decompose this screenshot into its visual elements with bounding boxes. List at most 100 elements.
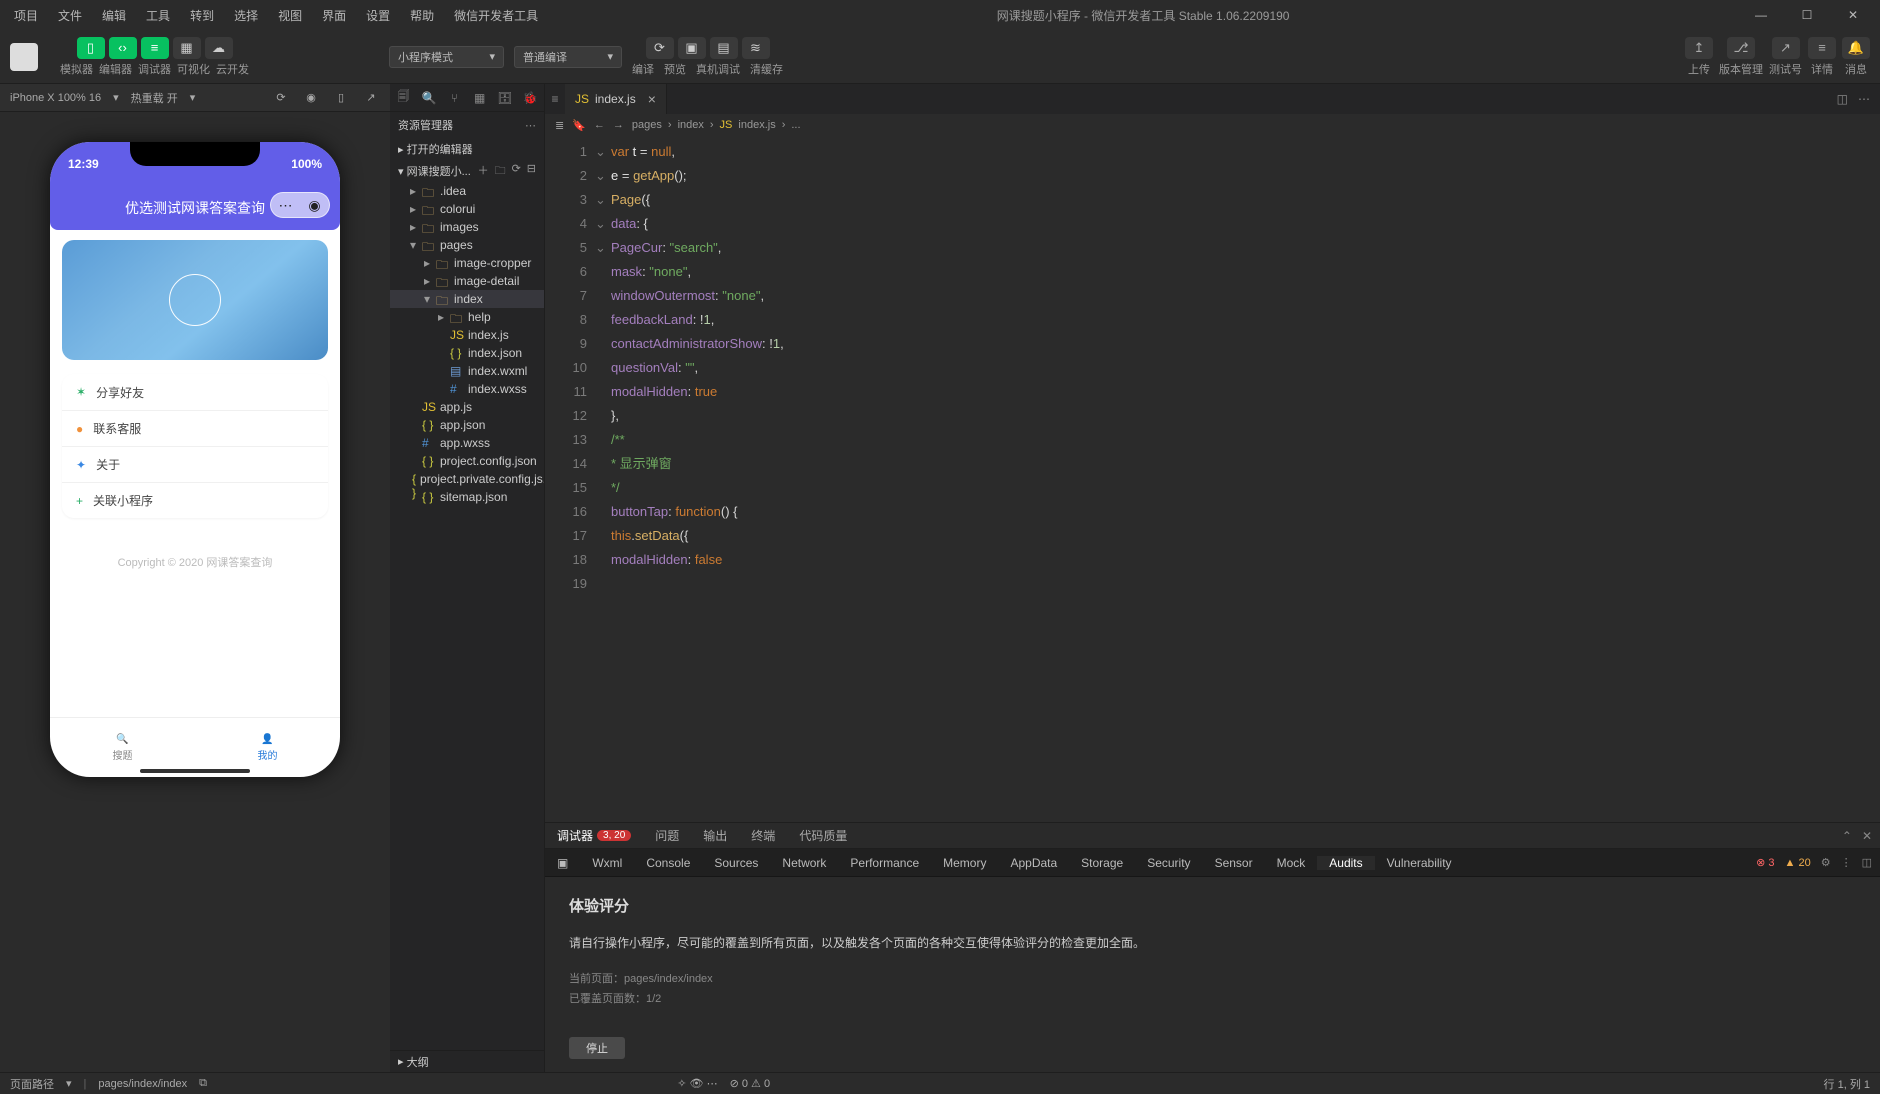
cursor-position[interactable]: 行 1, 列 1 <box>1824 1076 1870 1092</box>
git-icon[interactable]: ⑂ <box>447 90 462 106</box>
close-button[interactable]: ✕ <box>1830 0 1876 30</box>
subtab-storage[interactable]: Storage <box>1069 856 1135 870</box>
code-line[interactable]: }, <box>611 404 1880 428</box>
menu-视图[interactable]: 视图 <box>268 1 312 30</box>
tree-node[interactable]: ▸🗀help <box>390 308 544 326</box>
hotreload-toggle[interactable]: 热重载 开 <box>131 90 178 106</box>
tree-node[interactable]: { }app.json <box>390 416 544 434</box>
code-line[interactable]: mask: "none", <box>611 260 1880 284</box>
db-icon[interactable]: 🗄 <box>497 90 512 106</box>
capsule-close-icon[interactable]: ◉ <box>300 193 329 217</box>
code-line[interactable]: questionVal: "", <box>611 356 1880 380</box>
stop-button[interactable]: 停止 <box>569 1037 625 1059</box>
sim-menu-item[interactable]: ✦关于 <box>62 446 328 482</box>
more-subtab-icon[interactable]: ⋮ <box>1841 856 1852 869</box>
menu-微信开发者工具[interactable]: 微信开发者工具 <box>444 1 548 30</box>
screenshot-icon[interactable]: ▯ <box>332 89 350 107</box>
minimize-button[interactable]: — <box>1738 0 1784 30</box>
compile-select[interactable]: 普通编译▾ <box>514 46 622 68</box>
warn-count[interactable]: ▲ 20 <box>1785 857 1811 869</box>
devtab-quality[interactable]: 代码质量 <box>787 823 859 848</box>
ext-icon[interactable]: ▦ <box>472 90 487 106</box>
code-line[interactable]: contactAdministratorShow: !1, <box>611 332 1880 356</box>
tree-node[interactable]: ▤index.wxml <box>390 362 544 380</box>
menu-选择[interactable]: 选择 <box>224 1 268 30</box>
tree-node[interactable]: ▾🗀index <box>390 290 544 308</box>
toggle-sidebar-icon[interactable]: ≣ <box>555 119 564 132</box>
subtab-network[interactable]: Network <box>770 856 838 870</box>
code-line[interactable]: this.setData({ <box>611 524 1880 548</box>
tree-node[interactable]: #app.wxss <box>390 434 544 452</box>
close-tab-icon[interactable]: × <box>642 91 656 107</box>
maximize-button[interactable]: ☐ <box>1784 0 1830 30</box>
sim-menu-item[interactable]: +关联小程序 <box>62 482 328 518</box>
split-editor-icon[interactable]: ◫ <box>1837 92 1848 106</box>
collapse-icon[interactable]: ⊟ <box>527 162 536 181</box>
tree-node[interactable]: JSindex.js <box>390 326 544 344</box>
device-select[interactable]: iPhone X 100% 16 <box>10 92 101 104</box>
menu-帮助[interactable]: 帮助 <box>400 1 444 30</box>
message-button[interactable]: 🔔 <box>1842 37 1870 59</box>
copy-path-icon[interactable]: ⧉ <box>199 1077 207 1090</box>
devtab-debugger[interactable]: 调试器3, 20 <box>545 823 643 848</box>
settings-icon[interactable]: ⚙ <box>1821 856 1831 869</box>
cloud-icon[interactable]: ☁ <box>205 37 233 59</box>
test-button[interactable]: ↗ <box>1772 37 1800 59</box>
refresh-icon[interactable]: ⟳ <box>272 89 290 107</box>
bookmark-icon[interactable]: 🔖 <box>572 119 586 132</box>
tree-node[interactable]: ▸🗀images <box>390 218 544 236</box>
sim-menu-item[interactable]: ✶分享好友 <box>62 374 328 410</box>
diagnostics[interactable]: ⊘ 0 ⚠ 0 <box>730 1077 770 1090</box>
tree-node[interactable]: ▸🗀image-cropper <box>390 254 544 272</box>
subtab-security[interactable]: Security <box>1135 856 1202 870</box>
menu-界面[interactable]: 界面 <box>312 1 356 30</box>
popout-icon[interactable]: ↗ <box>362 89 380 107</box>
menu-编辑[interactable]: 编辑 <box>92 1 136 30</box>
bug-icon[interactable]: 🐞 <box>523 90 538 106</box>
subtab-audits[interactable]: Audits <box>1317 856 1374 870</box>
version-button[interactable]: ⎇ <box>1727 37 1755 59</box>
new-folder-icon[interactable]: 🗀 <box>495 162 506 181</box>
code-line[interactable]: modalHidden: true <box>611 380 1880 404</box>
panel-close-icon[interactable]: ✕ <box>1862 829 1872 843</box>
menu-设置[interactable]: 设置 <box>356 1 400 30</box>
menu-转到[interactable]: 转到 <box>180 1 224 30</box>
inspect-icon[interactable]: ▣ <box>545 856 580 870</box>
devtab-problems[interactable]: 问题 <box>643 823 691 848</box>
editor-more-icon[interactable]: ⋯ <box>1858 92 1870 106</box>
remote-debug-button[interactable]: ▤ <box>710 37 738 59</box>
code-line[interactable]: e = getApp(); <box>611 164 1880 188</box>
error-count[interactable]: ⊗ 3 <box>1756 856 1774 869</box>
compile-button[interactable]: ⟳ <box>646 37 674 59</box>
preview-button[interactable]: ▣ <box>678 37 706 59</box>
menu-工具[interactable]: 工具 <box>136 1 180 30</box>
code-line[interactable]: modalHidden: false <box>611 548 1880 572</box>
refresh-tree-icon[interactable]: ⟳ <box>512 162 521 181</box>
code-line[interactable]: var t = null, <box>611 140 1880 164</box>
debugger-icon[interactable]: ≡ <box>141 37 169 59</box>
mode-select[interactable]: 小程序模式▾ <box>389 46 504 68</box>
new-file-icon[interactable]: ＋ <box>478 162 489 181</box>
tree-node[interactable]: ▾🗀pages <box>390 236 544 254</box>
tree-node[interactable]: { }index.json <box>390 344 544 362</box>
user-avatar[interactable] <box>10 43 38 71</box>
code-line[interactable]: * 显示弹窗 <box>611 452 1880 476</box>
breadcrumb[interactable]: pages› index› JSindex.js› ... <box>632 119 801 131</box>
rotate-icon[interactable]: ◉ <box>302 89 320 107</box>
sim-menu-item[interactable]: ●联系客服 <box>62 410 328 446</box>
capsule-menu-icon[interactable]: ⋯ <box>271 193 300 217</box>
subtab-sensor[interactable]: Sensor <box>1203 856 1265 870</box>
subtab-memory[interactable]: Memory <box>931 856 998 870</box>
forward-icon[interactable]: → <box>613 119 624 131</box>
search-tab-icon[interactable]: 🔍 <box>421 90 436 106</box>
tree-node[interactable]: { }project.config.json <box>390 452 544 470</box>
subtab-appdata[interactable]: AppData <box>998 856 1069 870</box>
subtab-console[interactable]: Console <box>634 856 702 870</box>
menu-项目[interactable]: 项目 <box>4 1 48 30</box>
upload-button[interactable]: ↥ <box>1685 37 1713 59</box>
tab-history-icon[interactable]: ≡ <box>545 92 565 106</box>
tree-node[interactable]: #index.wxss <box>390 380 544 398</box>
footer-status-icons[interactable]: ✧ 👁 ⋯ <box>677 1077 717 1090</box>
code-line[interactable]: windowOutermost: "none", <box>611 284 1880 308</box>
subtab-performance[interactable]: Performance <box>838 856 931 870</box>
